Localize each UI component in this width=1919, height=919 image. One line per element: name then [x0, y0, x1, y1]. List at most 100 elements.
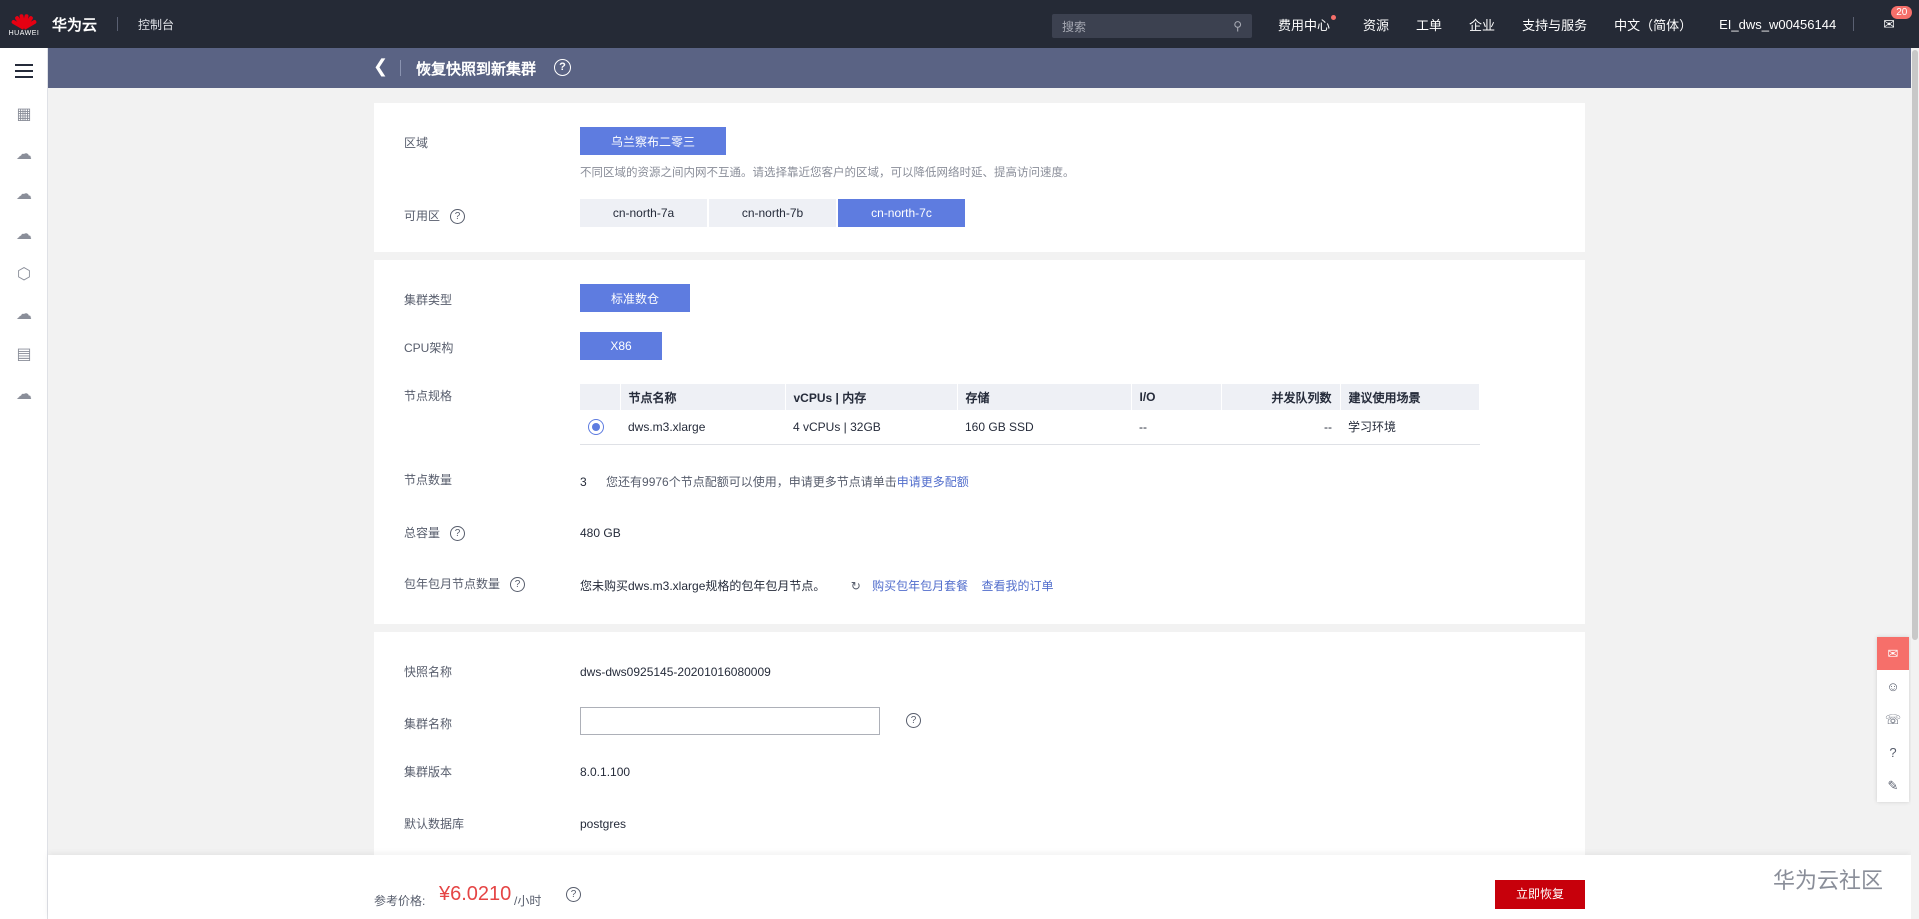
- help-icon[interactable]: ?: [450, 209, 466, 225]
- feedback-icon[interactable]: ✎: [1877, 769, 1909, 802]
- cpu-label: CPU架构: [404, 341, 454, 355]
- nav-enterprise[interactable]: 企业: [1469, 15, 1495, 34]
- cloud-service-icon[interactable]: ☁: [0, 174, 48, 214]
- node-count-value: 3: [580, 475, 587, 489]
- cpu-button[interactable]: X86: [580, 332, 662, 360]
- spec-card: 集群类型 标准数仓 CPU架构 X86 节点规格 节点名称 vCPUs | 内存…: [374, 260, 1585, 624]
- capacity-value: 480 GB: [580, 526, 621, 540]
- az-label: 可用区?: [404, 207, 466, 225]
- snapshot-card: 快照名称 dws-dws0925145-20201016080009 集群名称 …: [374, 632, 1585, 855]
- cloud-network-icon[interactable]: ☁: [0, 214, 48, 254]
- scrollbar-thumb[interactable]: [1912, 50, 1918, 640]
- table-row[interactable]: dws.m3.xlarge 4 vCPUs | 32GB 160 GB SSD …: [580, 410, 1480, 445]
- menu-icon[interactable]: [0, 48, 48, 94]
- page-header: ❮ 恢复快照到新集群 ?: [48, 48, 1911, 88]
- divider: [117, 17, 119, 31]
- node-spec-label: 节点规格: [404, 389, 453, 403]
- document-icon[interactable]: ▤: [0, 334, 48, 374]
- table-header: 建议使用场景: [1340, 384, 1480, 410]
- huawei-logo[interactable]: HUAWEI: [0, 0, 48, 48]
- nav-user[interactable]: EI_dws_w00456144: [1719, 17, 1836, 32]
- refresh-icon[interactable]: ↻: [851, 579, 861, 593]
- cluster-name-label: 集群名称: [404, 717, 453, 731]
- console-link[interactable]: 控制台: [138, 16, 174, 33]
- snapshot-name-label: 快照名称: [404, 665, 453, 679]
- help-icon[interactable]: ?: [566, 887, 581, 902]
- price-unit: /小时: [514, 894, 542, 908]
- service-list-icon[interactable]: ▦: [0, 94, 48, 134]
- monthly-nodes-text: 您未购买dws.m3.xlarge规格的包年包月节点。: [580, 579, 826, 593]
- nav-language[interactable]: 中文（简体）: [1614, 15, 1692, 34]
- monthly-nodes: 您未购买dws.m3.xlarge规格的包年包月节点。 ↻ 购买包年包月套餐 查…: [580, 577, 1054, 594]
- footer-bar: 参考价格: ¥6.0210 /小时 ? 立即恢复: [48, 855, 1911, 919]
- top-bar: HUAWEI 华为云 控制台 搜索 ⚲ 费用中心 资源 工单 企业 支持与服务 …: [0, 0, 1919, 48]
- cluster-type-button[interactable]: 标准数仓: [580, 284, 690, 312]
- version-value: 8.0.1.100: [580, 765, 631, 779]
- nav-support[interactable]: 支持与服务: [1522, 15, 1587, 34]
- headset-icon[interactable]: ☏: [1877, 703, 1909, 736]
- search-input[interactable]: 搜索 ⚲: [1052, 14, 1252, 38]
- region-card: 区域 乌兰察布二零三 不同区域的资源之间内网不互通。请选择靠近您客户的区域，可以…: [374, 103, 1585, 252]
- help-icon[interactable]: ?: [906, 713, 921, 728]
- smile-icon[interactable]: ☺: [1877, 670, 1909, 703]
- region-button[interactable]: 乌兰察布二零三: [580, 127, 726, 155]
- left-rail: ▦ ☁ ☁ ☁ ⬡ ☁ ▤ ☁: [0, 48, 48, 919]
- cluster-type-label: 集群类型: [404, 293, 453, 307]
- version-label: 集群版本: [404, 765, 453, 779]
- table-cell: 学习环境: [1340, 410, 1480, 445]
- divider: [1853, 17, 1855, 31]
- default-db-label: 默认数据库: [404, 817, 465, 831]
- snapshot-name-value: dws-dws0925145-20201016080009: [580, 665, 771, 679]
- table-header-row: 节点名称 vCPUs | 内存 存储 I/O 并发队列数 建议使用场景: [580, 384, 1480, 410]
- table-cell: 160 GB SSD: [957, 410, 1131, 445]
- floating-toolbar: ✉ ☺ ☏ ? ✎: [1877, 637, 1909, 802]
- search-icon[interactable]: ⚲: [1233, 19, 1242, 33]
- question-icon[interactable]: ?: [1877, 736, 1909, 769]
- table-cell: --: [1221, 410, 1340, 445]
- hexagon-icon[interactable]: ⬡: [0, 254, 48, 294]
- notification-dot: [1331, 14, 1337, 20]
- node-count: 3 您还有9976个节点配额可以使用，申请更多节点请单击申请更多配额: [580, 473, 969, 490]
- back-icon[interactable]: ❮: [373, 56, 388, 77]
- top-nav: 费用中心 资源 工单 企业 支持与服务 中文（简体） EI_dws_w00456…: [1278, 0, 1913, 48]
- help-icon[interactable]: ?: [450, 526, 466, 542]
- buy-package-link[interactable]: 购买包年包月套餐: [872, 579, 968, 593]
- default-db-value: postgres: [580, 817, 627, 831]
- restore-button[interactable]: 立即恢复: [1495, 880, 1585, 909]
- nav-billing[interactable]: 费用中心: [1278, 14, 1337, 34]
- nav-tickets[interactable]: 工单: [1416, 15, 1442, 34]
- radio-cell[interactable]: [580, 410, 620, 445]
- cloud-upload-icon[interactable]: ☁: [0, 294, 48, 334]
- scrollbar[interactable]: [1911, 48, 1919, 919]
- mail-icon[interactable]: ✉ 20: [1883, 5, 1913, 33]
- help-icon[interactable]: ?: [510, 577, 526, 593]
- region-description: 不同区域的资源之间内网不互通。请选择靠近您客户的区域，可以降低网络时延、提高访问…: [580, 167, 1075, 179]
- page-title: 恢复快照到新集群: [416, 61, 537, 78]
- price-label: 参考价格:: [374, 894, 426, 908]
- nav-resources[interactable]: 资源: [1363, 15, 1389, 34]
- help-icon[interactable]: ?: [554, 59, 571, 76]
- az-tabs: cn-north-7a cn-north-7b cn-north-7c: [580, 199, 965, 227]
- region-label: 区域: [404, 136, 429, 150]
- chat-icon[interactable]: ✉: [1877, 637, 1909, 670]
- tab-cn-north-7b[interactable]: cn-north-7b: [709, 199, 836, 227]
- divider: [400, 60, 401, 76]
- apply-quota-link[interactable]: 申请更多配额: [897, 475, 969, 489]
- huawei-petals-icon: [10, 12, 38, 30]
- watermark: 华为云社区: [1773, 868, 1884, 893]
- node-count-label: 节点数量: [404, 473, 453, 487]
- table-cell: dws.m3.xlarge: [620, 410, 785, 445]
- tab-cn-north-7a[interactable]: cn-north-7a: [580, 199, 707, 227]
- brand-name[interactable]: 华为云: [52, 14, 97, 35]
- mail-badge: 20: [1891, 5, 1913, 19]
- table-header: vCPUs | 内存: [785, 384, 958, 410]
- radio-selected[interactable]: [588, 418, 604, 435]
- view-orders-link[interactable]: 查看我的订单: [981, 579, 1053, 593]
- cloud-server-icon[interactable]: ☁: [0, 134, 48, 174]
- table-header: 存储: [957, 384, 1132, 410]
- tab-cn-north-7c[interactable]: cn-north-7c: [838, 199, 965, 227]
- logo-word: HUAWEI: [8, 29, 40, 37]
- cloud-more-icon[interactable]: ☁: [0, 374, 48, 414]
- table-header-radio: [580, 384, 621, 410]
- cluster-name-input[interactable]: [580, 707, 880, 735]
